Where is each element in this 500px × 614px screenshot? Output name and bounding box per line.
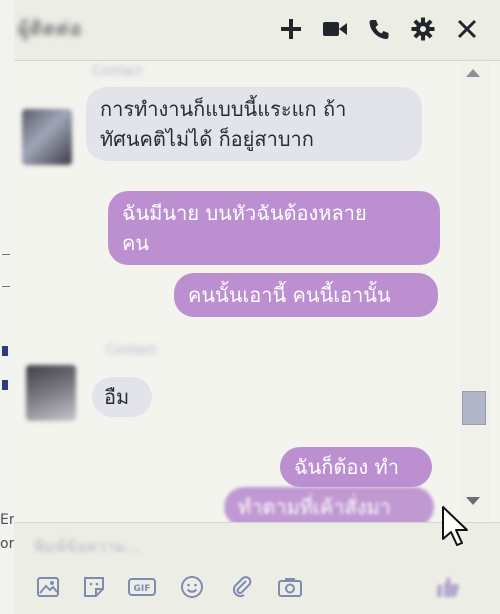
message-line: ฉันมีนาย บนหัวฉันต้องหลาย [122,201,367,225]
strip-mark [2,346,8,356]
svg-text:GIF: GIF [134,584,151,594]
video-camera-icon[interactable] [320,14,350,44]
phone-icon[interactable] [364,14,394,44]
scrollbar-thumb[interactable] [462,391,486,425]
strip-mark [2,286,10,297]
contact-name[interactable]: ผู้ติดต่อ [18,14,83,44]
message-line: ฉันก็ต้อง ทำ [294,455,399,479]
background-page-strip: En or [0,0,18,614]
scroll-up-arrow-icon[interactable] [466,69,480,77]
message-bubble-outgoing: ฉันก็ต้อง ทำ [280,447,432,487]
gear-icon[interactable] [408,14,438,44]
scrollbar[interactable] [460,61,490,521]
image-icon[interactable] [34,573,62,601]
sender-name: Contact [92,64,143,79]
close-icon[interactable] [452,14,482,44]
emoji-icon[interactable] [178,573,206,601]
strip-mark [2,254,10,265]
sender-name: Contact [106,343,157,358]
message-line: ทัศนคติไม่ได้ ก็อยู่สาบาก [100,127,314,151]
avatar[interactable] [26,365,76,421]
message-bubble-outgoing: ทำตามที่เค้าสั่งมา [224,487,434,527]
message-list: Contact การทำงานก็แบบนี้แระแก ถ้า ทัศนคต… [14,61,462,527]
camera-icon[interactable] [276,573,304,601]
message-line: ทำตามที่เค้าสั่งมา [238,495,391,519]
message-bubble-incoming: อืม [92,377,152,417]
composer: พิมพ์ข้อความ... GIF [14,522,500,614]
message-bubble-incoming: การทำงานก็แบบนี้แระแก ถ้า ทัศนคติไม่ได้ … [86,87,422,161]
message-line: คนนั้นเอานี้ คนนี้เอานั้น [188,283,391,307]
message-bubble-outgoing: ฉันมีนาย บนหัวฉันต้องหลาย คน [108,191,440,265]
message-input[interactable]: พิมพ์ข้อความ... [34,535,141,560]
avatar[interactable] [22,109,72,165]
scroll-down-arrow-icon[interactable] [466,497,480,505]
message-bubble-outgoing: คนนั้นเอานี้ คนนี้เอานั้น [174,273,438,317]
background-text: or [0,536,15,552]
gif-icon[interactable]: GIF [128,573,156,601]
plus-icon[interactable] [276,14,306,44]
strip-mark [2,380,8,390]
mouse-cursor-icon [442,506,468,546]
chat-header: ผู้ติดต่อ [14,0,500,61]
sticker-icon[interactable] [80,573,108,601]
like-icon[interactable] [434,573,462,601]
attachment-icon[interactable] [228,573,256,601]
message-line: คน [122,231,150,255]
message-line: การทำงานก็แบบนี้แระแก ถ้า [100,97,347,121]
chat-window: ผู้ติดต่อ Contact การทำงานก็แบบนี้แระแก … [14,0,500,614]
message-line: อืม [104,385,130,409]
